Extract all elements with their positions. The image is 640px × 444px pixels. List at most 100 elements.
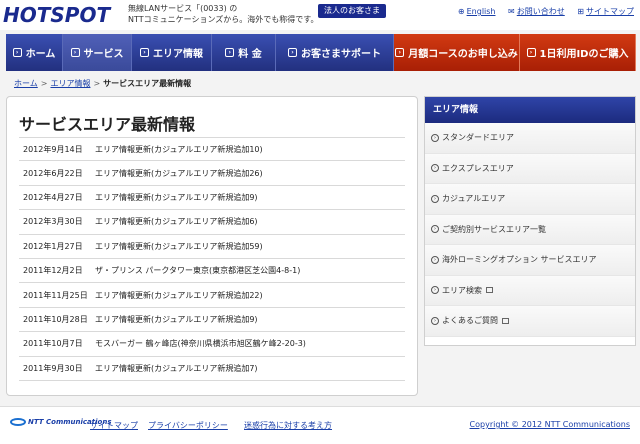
chevron-right-icon: › (526, 48, 536, 57)
sidebar-item-casual[interactable]: › カジュアルエリア (425, 184, 635, 215)
external-window-icon (502, 317, 509, 324)
news-date: 2011年10月7日 (23, 339, 83, 349)
nav-service[interactable]: › サービス (63, 34, 132, 71)
sidebar-item-contract-list[interactable]: › ご契約別サービスエリア一覧 (425, 214, 635, 245)
nav-support-label: お客さまサポート (301, 49, 381, 60)
news-row: 2011年10月7日 モスバーガー 鶴ヶ峰店(神奈川県横浜市旭区鶴ケ峰2-20-3… (19, 332, 405, 357)
news-row: 2011年11月25日 エリア情報更新(カジュアルエリア新規追加22) (19, 283, 405, 308)
news-row: 2011年10月28日 エリア情報更新(カジュアルエリア新規追加9) (19, 308, 405, 333)
nav-home[interactable]: › ホーム (6, 34, 63, 71)
nav-price-label: 料 金 (238, 49, 262, 60)
sidebar-item-label: エクスプレスエリア (442, 163, 514, 173)
news-row: 2012年3月30日 エリア情報更新(カジュアルエリア新規追加6) (19, 210, 405, 235)
news-row: 2012年9月14日 エリア情報更新(カジュアルエリア新規追加10) (19, 137, 405, 162)
chevron-right-icon: › (288, 48, 297, 57)
mail-icon: ✉ (508, 7, 515, 16)
sidebar-item-standard[interactable]: › スタンダードエリア (425, 123, 635, 154)
circle-arrow-icon: › (431, 286, 439, 295)
news-date: 2012年4月27日 (23, 192, 83, 202)
news-text: エリア情報更新(カジュアルエリア新規追加7) (95, 363, 258, 373)
news-row: 2012年4月27日 エリア情報更新(カジュアルエリア新規追加9) (19, 186, 405, 211)
news-text: エリア情報更新(カジュアルエリア新規追加59) (95, 241, 263, 251)
corporate-button[interactable]: 法人のお客さま (318, 4, 386, 18)
circle-arrow-icon: › (431, 164, 439, 173)
news-date: 2011年12月2日 (23, 266, 83, 276)
breadcrumb-area[interactable]: エリア情報 (50, 79, 90, 88)
footer-privacy-link[interactable]: プライバシーポリシー (148, 420, 228, 431)
footer-policy-link[interactable]: 迷惑行為に対する考え方 (244, 420, 332, 431)
news-row: 2012年6月22日 エリア情報更新(カジュアルエリア新規追加26) (19, 161, 405, 186)
page: HOTSPOT 無線LANサービス「(0033) の NTTコミュニケーションズ… (0, 0, 640, 444)
news-list: 2012年9月14日 エリア情報更新(カジュアルエリア新規追加10) 2012年6… (19, 137, 405, 381)
news-text: エリア情報更新(カジュアルエリア新規追加10) (95, 144, 263, 154)
circle-arrow-icon: › (431, 194, 439, 203)
chevron-right-icon: › (12, 48, 22, 57)
copyright[interactable]: Copyright © 2012 NTT Communications (470, 420, 630, 429)
arrow-icon: ⊕ (457, 7, 465, 16)
hotspot-logo[interactable]: HOTSPOT (2, 3, 124, 25)
news-text: モスバーガー 鶴ヶ峰店(神奈川県横浜市旭区鶴ケ峰2-20-3) (95, 339, 306, 349)
nav-service-label: サービス (83, 49, 124, 60)
top-links: ⊕ English ✉ お問い合わせ ⊞ サイトマップ (448, 6, 634, 17)
nav-monthly-apply-label: 月額コースのお申し込み (408, 49, 518, 60)
sidebar-heading: エリア情報 (425, 97, 635, 123)
news-date: 2011年9月30日 (23, 363, 83, 373)
page-title: サービスエリア最新情報 (19, 115, 196, 134)
nav-area-info[interactable]: › エリア情報 (132, 34, 212, 71)
sitemap-icon: ⊞ (577, 7, 584, 16)
sidebar-item-label: スタンダードエリア (442, 133, 514, 143)
header: HOTSPOT 無線LANサービス「(0033) の NTTコミュニケーションズ… (0, 0, 640, 30)
tagline-line-1: 無線LANサービス「(0033) の (128, 4, 238, 13)
english-link[interactable]: ⊕ English (458, 7, 496, 16)
tagline-line-2: NTTコミュニケーションズから。海外でも称得です。 (128, 15, 319, 24)
sidebar-item-label: 海外ローミングオプション サービスエリア (442, 255, 597, 265)
nav-support[interactable]: › お客さまサポート (276, 34, 394, 71)
news-date: 2012年6月22日 (23, 168, 83, 178)
sidebar-item-label: カジュアルエリア (442, 194, 506, 204)
chevron-right-icon: › (395, 48, 405, 57)
breadcrumb-current: サービスエリア最新情報 (103, 79, 192, 88)
circle-arrow-icon: › (431, 255, 439, 264)
breadcrumb-separator: > (93, 79, 101, 88)
news-text: ザ・プリンス パークタワー東京(東京都港区芝公園4-8-1) (95, 266, 301, 276)
news-row: 2012年1月27日 エリア情報更新(カジュアルエリア新規追加59) (19, 235, 405, 259)
nav-day-pass[interactable]: › 1日利用IDのご購入 (520, 34, 636, 71)
news-row: 2011年9月30日 エリア情報更新(カジュアルエリア新規追加7) (19, 357, 405, 381)
news-text: エリア情報更新(カジュアルエリア新規追加26) (95, 168, 263, 178)
english-link-label: English (466, 7, 496, 16)
breadcrumb-home[interactable]: ホーム (14, 79, 38, 88)
nav-monthly-apply[interactable]: › 月額コースのお申し込み (394, 34, 520, 71)
svg-text:HOTSPOT: HOTSPOT (3, 3, 111, 25)
news-date: 2011年10月28日 (23, 314, 88, 324)
ntt-globe-icon (10, 418, 26, 426)
breadcrumb: ホーム > エリア情報 > サービスエリア最新情報 (14, 78, 191, 89)
news-text: エリア情報更新(カジュアルエリア新規追加6) (95, 217, 258, 227)
footer-sitemap-link[interactable]: サイトマップ (90, 420, 138, 431)
chevron-right-icon: › (225, 48, 235, 57)
external-window-icon (486, 287, 493, 294)
sidebar-item-roaming[interactable]: › 海外ローミングオプション サービスエリア (425, 245, 635, 276)
sitemap-link[interactable]: ⊞ サイトマップ (577, 7, 634, 16)
contact-link[interactable]: ✉ お問い合わせ (508, 7, 565, 16)
nav-home-label: ホーム (25, 49, 56, 60)
contact-link-label: お問い合わせ (516, 7, 565, 16)
circle-arrow-icon: › (431, 133, 439, 142)
news-text: エリア情報更新(カジュアルエリア新規追加22) (95, 290, 263, 300)
nav-price[interactable]: › 料 金 (212, 34, 276, 71)
sidebar-item-faq[interactable]: › よくあるご質問 (425, 306, 635, 337)
chevron-right-icon: › (70, 48, 80, 57)
sitemap-link-label: サイトマップ (586, 7, 634, 16)
sidebar-item-express[interactable]: › エクスプレスエリア (425, 153, 635, 184)
circle-arrow-icon: › (431, 316, 439, 325)
chevron-right-icon: › (140, 48, 149, 57)
main-panel: サービスエリア最新情報 2012年9月14日エリア情報更新(カジュアルエリア新規… (6, 96, 418, 396)
news-text: エリア情報更新(カジュアルエリア新規追加9) (95, 314, 258, 324)
footer: NTT Communications サイトマップ プライバシーポリシー 迷惑行… (0, 406, 640, 444)
circle-arrow-icon: › (431, 225, 439, 234)
sidebar: エリア情報 › スタンダードエリア › エクスプレスエリア › カジュアルエリア › ご… (424, 96, 636, 346)
global-nav: › ホーム › サービス › エリア情報 › 料 金 › お客さまサポート › 月額コースの… (6, 34, 636, 71)
news-date: 2011年11月25日 (23, 290, 88, 300)
nav-day-pass-label: 1日利用IDのご購入 (539, 49, 629, 60)
news-date: 2012年9月14日 (23, 144, 83, 154)
sidebar-item-area-search[interactable]: › エリア検索 (425, 275, 635, 306)
